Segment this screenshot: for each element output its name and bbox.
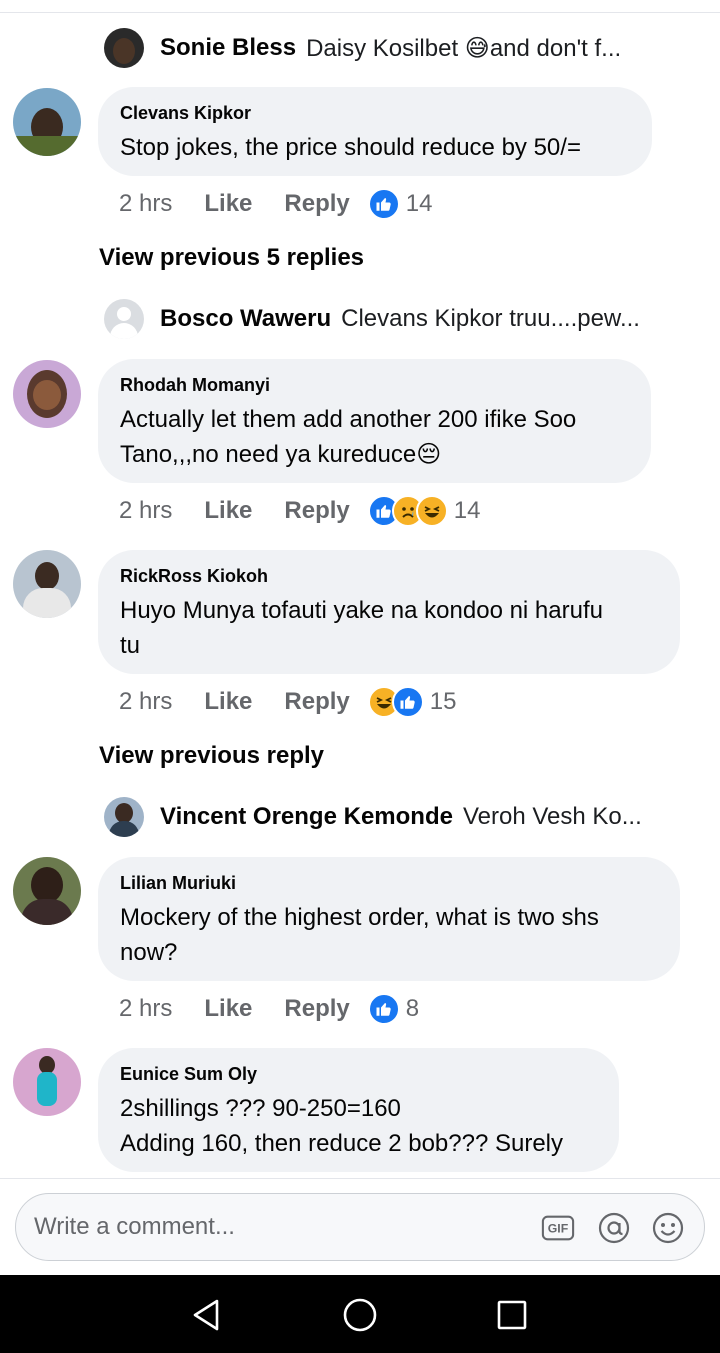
thumbs-up-icon bbox=[367, 188, 400, 220]
like-button[interactable]: Like bbox=[204, 190, 252, 218]
comment-actions: 2 hrs Like Reply 14 bbox=[119, 184, 432, 224]
at-mention-icon[interactable] bbox=[597, 1211, 631, 1245]
comment-actions: 2 hrs Like Reply 8 bbox=[119, 989, 419, 1029]
reaction-count: 8 bbox=[405, 995, 420, 1022]
reply-snippet: Veroh Vesh Ko... bbox=[462, 803, 642, 830]
comment-time[interactable]: 2 hrs bbox=[119, 688, 172, 716]
default-avatar-icon bbox=[104, 299, 144, 339]
system-navigation-bar bbox=[0, 1275, 720, 1353]
avatar[interactable] bbox=[13, 360, 81, 428]
comment-text: 2shillings ??? 90-250=160 Adding 160, th… bbox=[120, 1095, 564, 1157]
comment-time[interactable]: 2 hrs bbox=[119, 995, 172, 1023]
comment-text: Mockery of the highest order, what is tw… bbox=[120, 904, 599, 966]
view-previous-replies[interactable]: View previous reply bbox=[99, 742, 324, 770]
home-circle-icon[interactable] bbox=[340, 1295, 380, 1335]
thumbs-up-icon bbox=[367, 993, 400, 1025]
avatar[interactable] bbox=[13, 857, 81, 925]
comment-composer-bar: GIF bbox=[0, 1178, 720, 1276]
avatar[interactable] bbox=[13, 88, 81, 156]
reactions-summary[interactable]: 8 bbox=[367, 993, 420, 1025]
reactions-summary[interactable]: 14 bbox=[367, 188, 433, 220]
reaction-count: 15 bbox=[429, 688, 457, 715]
reactions-summary[interactable]: 14 bbox=[367, 495, 481, 527]
comment-bubble[interactable]: Eunice Sum Oly 2shillings ??? 90-250=160… bbox=[98, 1048, 619, 1172]
reply-button[interactable]: Reply bbox=[284, 190, 349, 218]
comment-author[interactable]: Eunice Sum Oly bbox=[120, 1064, 597, 1085]
like-button[interactable]: Like bbox=[204, 497, 252, 525]
comment-bubble[interactable]: Rhodah Momanyi Actually let them add ano… bbox=[98, 359, 651, 483]
view-previous-replies[interactable]: View previous 5 replies bbox=[99, 244, 364, 272]
reply-author[interactable]: Vincent Orenge Kemonde bbox=[160, 803, 453, 831]
comment-actions: 2 hrs Like Reply 14 bbox=[119, 491, 480, 531]
comment-author[interactable]: Rhodah Momanyi bbox=[120, 375, 629, 396]
like-button[interactable]: Like bbox=[204, 995, 252, 1023]
avatar bbox=[104, 28, 144, 68]
comment-input[interactable] bbox=[34, 1194, 514, 1260]
comment-author[interactable]: Clevans Kipkor bbox=[120, 103, 630, 124]
thumbs-up-icon bbox=[391, 686, 424, 718]
comment-bubble[interactable]: RickRoss Kiokoh Huyo Munya tofauti yake … bbox=[98, 550, 680, 674]
reply-author[interactable]: Sonie Bless bbox=[160, 34, 296, 62]
comment-text: Actually let them add another 200 ifike … bbox=[120, 406, 577, 468]
emoji-icon[interactable] bbox=[651, 1211, 685, 1245]
comment-time[interactable]: 2 hrs bbox=[119, 497, 172, 525]
reply-preview[interactable]: Sonie Bless Daisy Kosilbet 😅and don't f.… bbox=[104, 28, 704, 68]
comment-actions: 2 hrs Like Reply 15 bbox=[119, 682, 456, 722]
reply-snippet: Clevans Kipkor truu....pew... bbox=[341, 305, 640, 332]
comment-bubble[interactable]: Lilian Muriuki Mockery of the highest or… bbox=[98, 857, 680, 981]
avatar bbox=[104, 797, 144, 837]
reply-button[interactable]: Reply bbox=[284, 995, 349, 1023]
back-triangle-icon[interactable] bbox=[186, 1295, 226, 1335]
reply-preview[interactable]: Bosco Waweru Clevans Kipkor truu....pew.… bbox=[104, 299, 704, 339]
comment-text: Stop jokes, the price should reduce by 5… bbox=[120, 134, 581, 161]
reply-button[interactable]: Reply bbox=[284, 497, 349, 525]
reactions-summary[interactable]: 15 bbox=[367, 686, 457, 718]
reaction-count: 14 bbox=[453, 497, 481, 524]
comment-bubble[interactable]: Clevans Kipkor Stop jokes, the price sho… bbox=[98, 87, 652, 176]
like-button[interactable]: Like bbox=[204, 688, 252, 716]
avatar[interactable] bbox=[13, 550, 81, 618]
reply-button[interactable]: Reply bbox=[284, 688, 349, 716]
gif-label: GIF bbox=[548, 1222, 569, 1236]
laughing-face-icon bbox=[415, 495, 448, 527]
reaction-count: 14 bbox=[405, 190, 433, 217]
comment-time[interactable]: 2 hrs bbox=[119, 190, 172, 218]
recents-square-icon[interactable] bbox=[492, 1295, 532, 1335]
comment-input-wrapper[interactable]: GIF bbox=[15, 1193, 705, 1261]
comment-author[interactable]: RickRoss Kiokoh bbox=[120, 566, 658, 587]
top-divider bbox=[0, 12, 720, 13]
comment-author[interactable]: Lilian Muriuki bbox=[120, 873, 658, 894]
comment-text: Huyo Munya tofauti yake na kondoo ni har… bbox=[120, 597, 603, 659]
gif-icon[interactable]: GIF bbox=[541, 1211, 575, 1245]
reply-author[interactable]: Bosco Waweru bbox=[160, 305, 331, 333]
avatar[interactable] bbox=[13, 1048, 81, 1116]
reply-preview[interactable]: Vincent Orenge Kemonde Veroh Vesh Ko... bbox=[104, 797, 704, 837]
reply-snippet: Daisy Kosilbet 😅and don't f... bbox=[306, 34, 622, 62]
